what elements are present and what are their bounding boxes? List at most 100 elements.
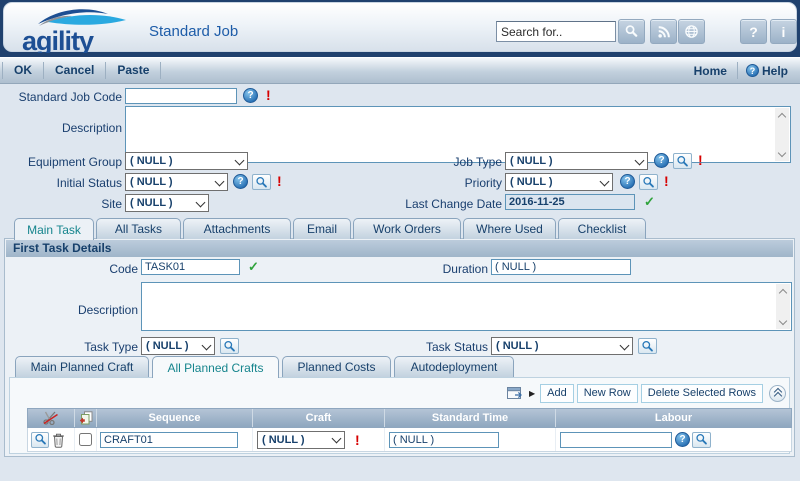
subtab-main-planned-craft[interactable]: Main Planned Craft bbox=[15, 356, 149, 377]
task-description-textarea[interactable] bbox=[141, 282, 792, 331]
standard-time-cell bbox=[385, 428, 556, 451]
sequence-input[interactable] bbox=[100, 432, 238, 448]
scroll-down-icon[interactable] bbox=[779, 318, 787, 326]
task-type-lookup-icon[interactable] bbox=[220, 338, 239, 354]
help-link[interactable]: ? Help bbox=[737, 62, 788, 79]
logo-text: agility bbox=[22, 26, 94, 53]
subtab-autodeployment[interactable]: Autodeployment bbox=[394, 356, 514, 377]
priority-select[interactable]: ( NULL ) bbox=[505, 173, 613, 191]
description-label: Description bbox=[0, 121, 122, 135]
tab-checklist[interactable]: Checklist bbox=[558, 218, 646, 239]
scroll-up-icon[interactable] bbox=[779, 287, 787, 295]
initial-status-select[interactable]: ( NULL ) bbox=[125, 173, 228, 191]
tab-attachments[interactable]: Attachments bbox=[183, 218, 291, 239]
tab-where-used[interactable]: Where Used bbox=[463, 218, 556, 239]
chevron-down-icon bbox=[235, 157, 244, 166]
row-checkbox[interactable] bbox=[79, 433, 92, 446]
chevron-down-icon bbox=[202, 342, 211, 351]
new-row-button[interactable]: New Row bbox=[577, 384, 638, 403]
task-description-scrollbar[interactable] bbox=[776, 284, 790, 329]
tab-email[interactable]: Email bbox=[293, 218, 351, 239]
chevron-down-icon bbox=[620, 342, 629, 351]
labour-hint-icon[interactable]: ? bbox=[675, 432, 690, 447]
equipment-group-select[interactable]: ( NULL ) bbox=[125, 152, 248, 170]
delete-selected-rows-button[interactable]: Delete Selected Rows bbox=[641, 384, 763, 403]
chevron-down-icon bbox=[332, 435, 341, 444]
labour-cell: ? bbox=[556, 428, 791, 451]
zoom-row-icon[interactable] bbox=[31, 432, 49, 448]
initial-status-value: ( NULL ) bbox=[130, 176, 211, 188]
chevron-down-icon bbox=[600, 178, 609, 187]
duration-input[interactable] bbox=[491, 259, 631, 275]
page-title: Standard Job bbox=[149, 23, 238, 40]
last-change-date-input bbox=[505, 194, 635, 210]
export-icon[interactable] bbox=[507, 386, 524, 401]
equipment-group-value: ( NULL ) bbox=[130, 155, 231, 167]
initial-status-lookup-icon[interactable] bbox=[252, 174, 271, 190]
priority-lookup-icon[interactable] bbox=[639, 174, 658, 190]
info-icon: i bbox=[782, 24, 786, 40]
tab-main-task[interactable]: Main Task bbox=[14, 218, 94, 240]
rss-button[interactable] bbox=[650, 19, 677, 44]
help-hint-icon: ? bbox=[746, 64, 759, 77]
grid-header-select-column bbox=[75, 409, 97, 427]
standard-job-code-input[interactable] bbox=[125, 88, 237, 104]
standard-job-code-hint-icon[interactable]: ? bbox=[243, 88, 258, 103]
ok-button[interactable]: OK bbox=[3, 62, 44, 79]
task-status-lookup-icon[interactable] bbox=[638, 338, 657, 354]
labour-input[interactable] bbox=[560, 432, 672, 448]
chevron-down-icon bbox=[635, 157, 644, 166]
home-button[interactable]: Home bbox=[684, 64, 737, 78]
info-button[interactable]: i bbox=[770, 19, 797, 44]
last-change-date-label: Last Change Date bbox=[340, 197, 502, 211]
search-input[interactable] bbox=[496, 21, 616, 42]
task-type-label: Task Type bbox=[5, 340, 138, 354]
globe-button[interactable] bbox=[678, 19, 705, 44]
standard-job-page: agility Standard Job bbox=[0, 0, 800, 481]
task-status-label: Task Status bbox=[301, 340, 488, 354]
add-button[interactable]: Add bbox=[540, 384, 574, 403]
main-task-panel: First Task Details Code ✓ Duration Descr… bbox=[4, 238, 795, 457]
subtab-all-planned-crafts[interactable]: All Planned Crafts bbox=[152, 356, 279, 378]
task-code-input[interactable] bbox=[141, 259, 240, 275]
site-select[interactable]: ( NULL ) bbox=[125, 194, 209, 212]
job-type-select[interactable]: ( NULL ) bbox=[505, 152, 648, 170]
job-type-required-icon: ! bbox=[698, 153, 703, 167]
cancel-button[interactable]: Cancel bbox=[44, 62, 106, 79]
craft-select[interactable]: ( NULL ) bbox=[257, 431, 345, 449]
priority-hint-icon[interactable]: ? bbox=[620, 174, 635, 189]
standard-job-code-required-icon: ! bbox=[266, 88, 271, 102]
planned-crafts-grid: ▶ Add New Row Delete Selected Rows bbox=[9, 377, 790, 454]
task-status-value: ( NULL ) bbox=[496, 340, 616, 352]
expand-arrow-icon[interactable]: ▶ bbox=[529, 389, 535, 398]
question-icon: ? bbox=[749, 24, 758, 40]
task-status-select[interactable]: ( NULL ) bbox=[491, 337, 633, 355]
delete-row-icon[interactable] bbox=[52, 432, 65, 448]
collapse-grid-button[interactable] bbox=[769, 385, 786, 402]
description-scrollbar[interactable] bbox=[775, 108, 789, 161]
tab-work-orders[interactable]: Work Orders bbox=[353, 218, 461, 239]
initial-status-hint-icon[interactable]: ? bbox=[233, 174, 248, 189]
grid-row: ( NULL ) ! ? bbox=[27, 428, 792, 452]
first-task-details-header: First Task Details bbox=[6, 240, 793, 257]
scroll-down-icon[interactable] bbox=[778, 150, 786, 158]
priority-value: ( NULL ) bbox=[510, 176, 596, 188]
initial-status-label: Initial Status bbox=[0, 176, 122, 190]
row-select-cell bbox=[75, 428, 97, 451]
subtab-planned-costs[interactable]: Planned Costs bbox=[282, 356, 391, 377]
equipment-group-label: Equipment Group bbox=[0, 155, 122, 169]
job-type-hint-icon[interactable]: ? bbox=[654, 153, 669, 168]
grid-header-sequence: Sequence bbox=[97, 409, 253, 427]
paste-button[interactable]: Paste bbox=[106, 62, 161, 79]
tab-all-tasks[interactable]: All Tasks bbox=[96, 218, 181, 239]
labour-lookup-icon[interactable] bbox=[692, 432, 711, 448]
grid-toolbar: ▶ Add New Row Delete Selected Rows bbox=[507, 383, 786, 403]
scroll-up-icon[interactable] bbox=[778, 111, 786, 119]
search-button[interactable] bbox=[618, 19, 645, 44]
help-button[interactable]: ? bbox=[740, 19, 767, 44]
cut-rows-icon bbox=[43, 411, 59, 425]
task-type-select[interactable]: ( NULL ) bbox=[141, 337, 215, 355]
grid-header-row: Sequence Craft Standard Time Labour bbox=[27, 408, 792, 428]
job-type-lookup-icon[interactable] bbox=[673, 153, 692, 169]
standard-time-input[interactable] bbox=[389, 432, 499, 448]
